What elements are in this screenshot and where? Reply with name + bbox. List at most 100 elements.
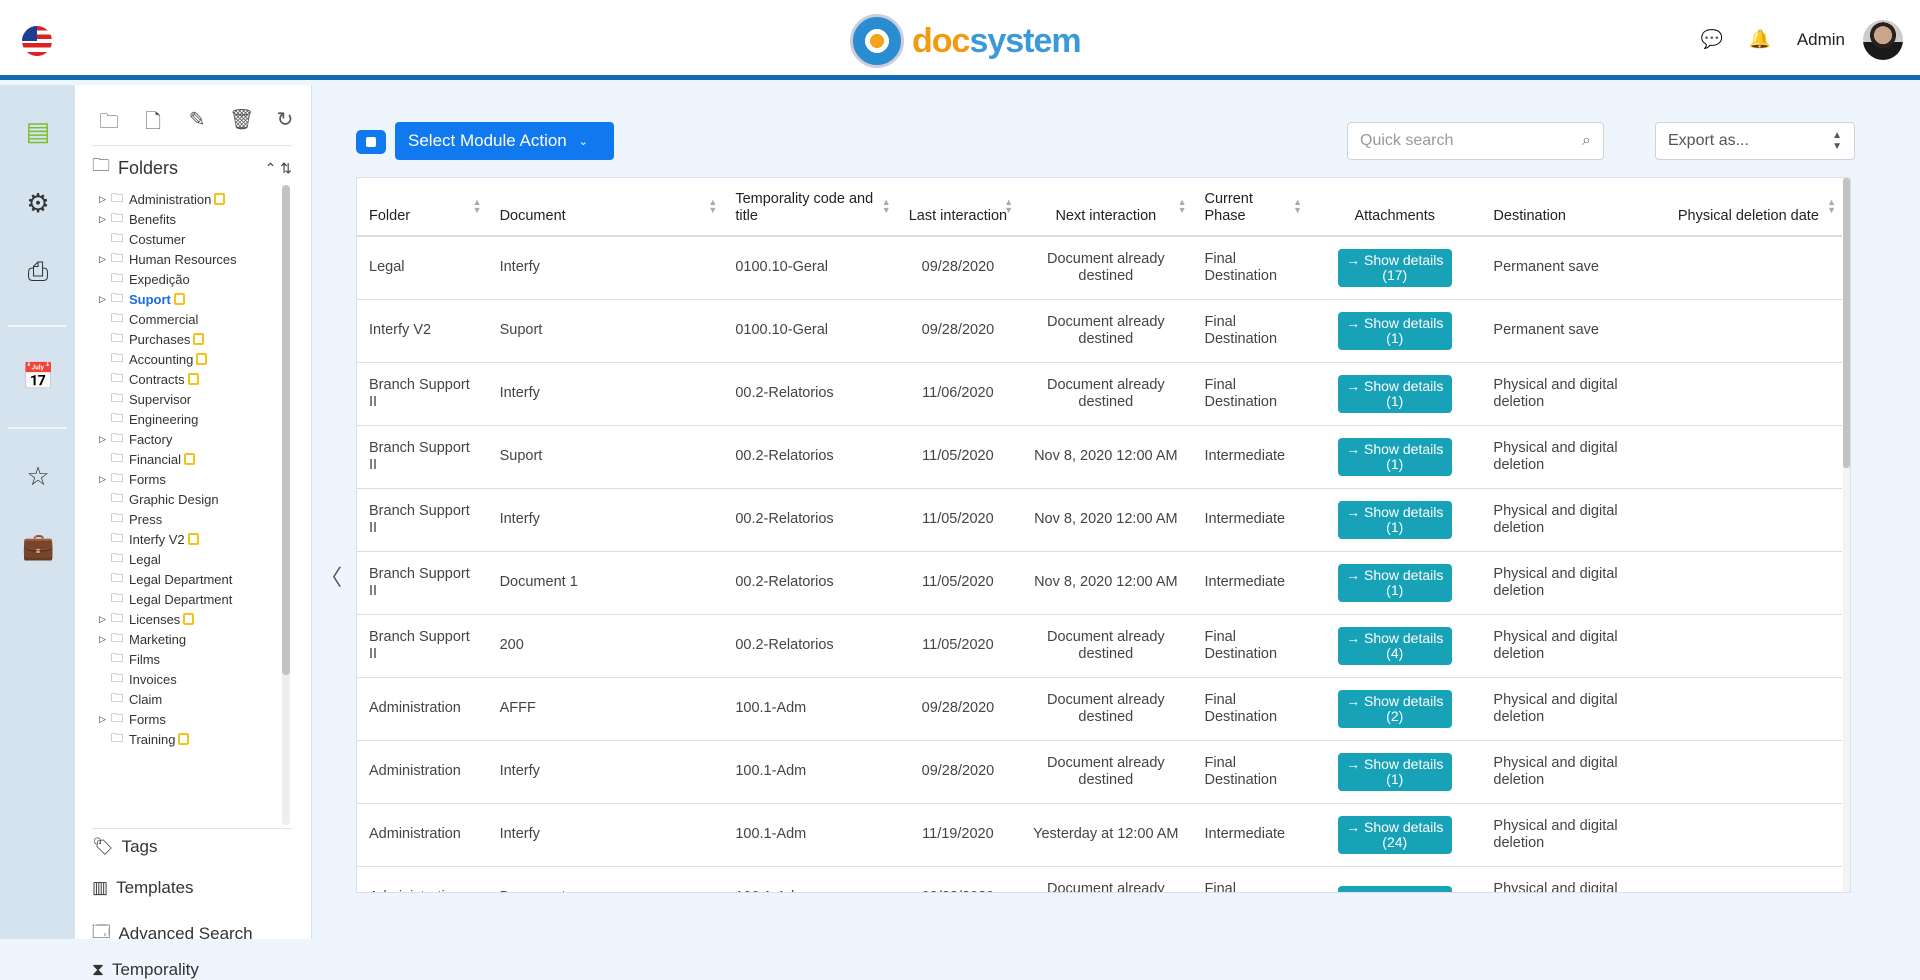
sort-icon[interactable]: ▲ ▼ [708, 198, 717, 215]
folder-tree-item[interactable]: 🗀 Financial [99, 449, 279, 469]
show-details-button[interactable]: → Show [1337, 886, 1452, 892]
expand-arrow-icon[interactable]: ▷ [99, 194, 111, 205]
table-row[interactable]: Administration Document 100.1-Adm 09/28/202… [357, 866, 1842, 892]
column-header[interactable]: Current Phase ▲ ▼ [1192, 178, 1309, 237]
trash-icon[interactable]: 🗑 [229, 107, 254, 141]
expand-arrow-icon[interactable]: ▷ [99, 294, 111, 305]
show-details-button[interactable]: → Show details (1) [1337, 311, 1452, 350]
bell-icon[interactable]: 🔔 [1749, 29, 1771, 51]
folder-tree-item[interactable]: 🗀 Legal [99, 549, 279, 569]
folder-tree-item[interactable]: ▷ 🗀 Licenses [99, 609, 279, 629]
show-details-button[interactable]: → Show details (4) [1337, 626, 1452, 665]
show-details-button[interactable]: → Show details (2) [1337, 689, 1452, 728]
table-scrollbar[interactable] [1843, 178, 1850, 892]
star-icon[interactable]: ☆ [22, 460, 54, 492]
folder-tree-item[interactable]: ▷ 🗀 Forms [99, 709, 279, 729]
folder-tree-item[interactable]: 🗀 Engineering [99, 409, 279, 429]
folder-tree-item[interactable]: ▷ 🗀 Benefits [99, 209, 279, 229]
sidebar-item-advanced-search[interactable]: 🗔 Advanced Search [92, 919, 253, 948]
sort-icon[interactable]: ▲ ▼ [882, 198, 891, 215]
column-header[interactable]: Temporality code and title ▲ ▼ [723, 178, 897, 237]
table-row[interactable]: Branch Support II Interfy 00.2-Relatorios 1… [357, 362, 1842, 426]
folder-tree-item[interactable]: ▷ 🗀 Human Resources [99, 249, 279, 269]
briefcase-gear-icon[interactable]: 💼 [22, 530, 54, 562]
folder-tree-item[interactable]: 🗀 Graphic Design [99, 489, 279, 509]
clipboard-gear-icon[interactable]: ⚙ [22, 187, 54, 219]
user-name[interactable]: Admin [1797, 30, 1845, 50]
show-details-button[interactable]: → Show details (1) [1337, 563, 1452, 602]
folder-tree-item[interactable]: 🗀 Claim [99, 689, 279, 709]
expand-arrow-icon[interactable]: ▷ [99, 434, 111, 445]
column-header[interactable]: Next interaction ▲ ▼ [1019, 178, 1193, 237]
folder-tree-item[interactable]: 🗀 Interfy V2 [99, 529, 279, 549]
folder-tree-item[interactable]: 🗀 Commercial [99, 309, 279, 329]
column-header[interactable]: Last interaction ▲ ▼ [896, 178, 1020, 237]
folder-tree-item[interactable]: 🗀 Legal Department [99, 589, 279, 609]
folder-tree-item[interactable]: 🗀 Invoices [99, 669, 279, 689]
sort-icon[interactable]: ▲ ▼ [1293, 198, 1302, 215]
folder-tree-item[interactable]: 🗀 Contracts [99, 369, 279, 389]
expand-arrow-icon[interactable]: ▷ [99, 634, 111, 645]
show-details-button[interactable]: → Show details (1) [1337, 500, 1452, 539]
sort-icon[interactable]: ▲ ▼ [473, 198, 482, 215]
printer-icon[interactable]: ⎙ [22, 255, 54, 287]
folder-tree-item[interactable]: 🗀 Supervisor [99, 389, 279, 409]
expand-arrow-icon[interactable]: ▷ [99, 214, 111, 225]
expand-arrow-icon[interactable]: ▷ [99, 254, 111, 265]
folder-tree-item[interactable]: 🗀 Costumer [99, 229, 279, 249]
folder-tree-item[interactable]: 🗀 Training [99, 729, 279, 749]
folder-tree-item[interactable]: ▷ 🗀 Administration [99, 189, 279, 209]
quick-search-input[interactable]: Quick search ⌕ [1347, 122, 1604, 160]
folder-tree-item[interactable]: ▷ 🗀 Marketing [99, 629, 279, 649]
table-row[interactable]: Branch Support II 200 00.2-Relatorios 11/05… [357, 614, 1842, 678]
sidebar-item-templates[interactable]: ▥ Templates [92, 878, 194, 898]
collapse-chevron-icon[interactable]: ⌃ ⇅ [265, 160, 292, 177]
sort-icon[interactable]: ▲ ▼ [1178, 198, 1187, 215]
table-row[interactable]: Administration Interfy 100.1-Adm 09/28/2020… [357, 740, 1842, 804]
table-row[interactable]: Branch Support II Document 1 00.2-Relatori… [357, 551, 1842, 615]
select-module-action-button[interactable]: Select Module Action ⌄ [395, 122, 614, 160]
folder-tree-item[interactable]: 🗀 Films [99, 649, 279, 669]
show-details-button[interactable]: → Show details (1) [1337, 374, 1452, 413]
table-row[interactable]: Interfy V2 Suport 0100.10-Geral 09/28/2020 D… [357, 299, 1842, 363]
expand-arrow-icon[interactable]: ▷ [99, 474, 111, 485]
column-header[interactable]: Folder ▲ ▼ [357, 178, 488, 237]
collapse-sidebar-icon[interactable]: 〈 [320, 560, 342, 592]
folder-tree-item[interactable]: 🗀 Press [99, 509, 279, 529]
show-details-button[interactable]: → Show details (1) [1337, 437, 1452, 476]
calendar-clock-icon[interactable]: 📅 [22, 360, 54, 392]
table-row[interactable]: Administration Interfy 100.1-Adm 11/19/2020… [357, 803, 1842, 867]
table-row[interactable]: Legal Interfy 0100.10-Geral 09/28/2020 Docum… [357, 236, 1842, 300]
us-flag-language-icon[interactable] [22, 26, 52, 56]
table-row[interactable]: Branch Support II Interfy 00.2-Relatorios 1… [357, 488, 1842, 552]
sort-icon[interactable]: ▲ ▼ [1004, 198, 1013, 215]
folder-tree-item[interactable]: 🗀 Legal Department [99, 569, 279, 589]
search-icon[interactable]: ⌕ [1582, 132, 1591, 150]
avatar[interactable] [1863, 20, 1903, 60]
show-details-button[interactable]: → Show details (17) [1337, 248, 1452, 287]
inbox-tray-icon[interactable]: ▤ [22, 115, 54, 147]
sidebar-item-temporality[interactable]: ⧗ Temporality [92, 960, 199, 980]
folder-icon[interactable]: 🗀 [97, 107, 121, 141]
folder-tree-item[interactable]: ▷ 🗀 Suport [99, 289, 279, 309]
show-details-button[interactable]: → Show details (1) [1337, 752, 1452, 791]
folder-tree-item[interactable]: ▷ 🗀 Factory [99, 429, 279, 449]
docsystem-logo[interactable]: docsystem [850, 14, 1082, 68]
expand-arrow-icon[interactable]: ▷ [99, 614, 111, 625]
expand-arrow-icon[interactable]: ▷ [99, 714, 111, 725]
folder-tree-item[interactable]: 🗀 Purchases [99, 329, 279, 349]
refresh-icon[interactable]: ↻ [273, 107, 297, 141]
export-select[interactable]: Export as... ▲ ▼ [1655, 122, 1855, 160]
new-file-icon[interactable]: 🗋 [141, 107, 165, 141]
folder-tree-item[interactable]: 🗀 Accounting [99, 349, 279, 369]
select-all-checkbox[interactable] [356, 130, 386, 154]
folder-tree-item[interactable]: ▷ 🗀 Forms [99, 469, 279, 489]
column-header[interactable]: Physical deletion date ▲ ▼ [1654, 178, 1842, 237]
folders-header[interactable]: 🗀 Folders ⌃ ⇅ [92, 153, 292, 183]
column-header[interactable]: Document ▲ ▼ [487, 178, 724, 237]
table-row[interactable]: Administration AFFF 100.1-Adm 09/28/2020 Doc… [357, 677, 1842, 741]
chat-icon[interactable]: 💬 [1701, 29, 1723, 51]
folder-tree-item[interactable]: 🗀 Expedição [99, 269, 279, 289]
edit-folder-icon[interactable]: ✎ [185, 107, 209, 141]
table-row[interactable]: Branch Support II Suport 00.2-Relatorios 11… [357, 425, 1842, 489]
